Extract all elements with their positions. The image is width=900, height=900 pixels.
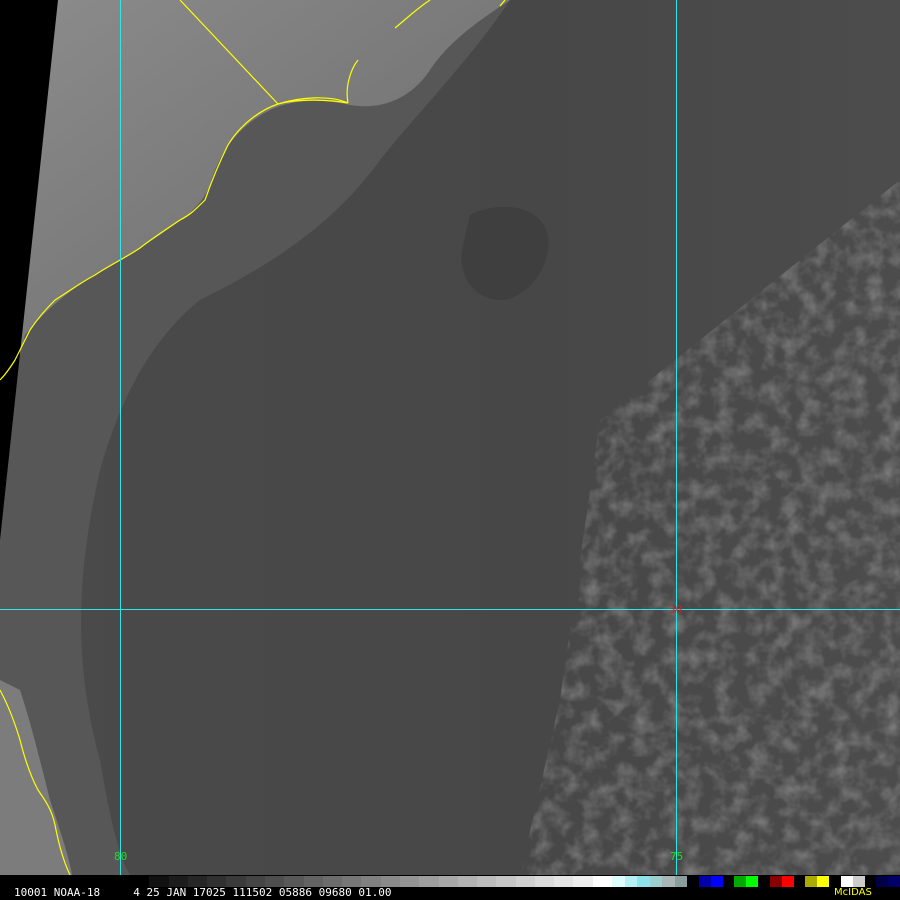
colorbar-gray-swatch (573, 876, 594, 887)
colorbar-gray-swatch (457, 876, 478, 887)
colorbar-color-swatch (817, 876, 830, 887)
colorbar-color-swatch (758, 876, 770, 887)
colorbar-color-swatch (829, 876, 841, 887)
colorbar-cyan-swatch (649, 876, 663, 887)
colorbar-color-swatch (769, 876, 782, 887)
colorbar-color-swatch (746, 876, 759, 887)
colorbar-color-swatch (698, 876, 711, 887)
colorbar-cyan-swatch (637, 876, 650, 887)
colorbar-gray-swatch (592, 876, 613, 887)
colorbar-color-swatch (793, 876, 806, 887)
colorbar-gray-swatch (477, 876, 497, 887)
lon-label-80: 80 (114, 850, 128, 863)
colorbar-color-swatch (805, 876, 818, 887)
colorbar-cyan-swatch (624, 876, 638, 887)
colorbar-color-swatch (781, 876, 794, 887)
colorbar-gray-swatch (399, 876, 420, 887)
colorbar-cyan-swatch (674, 876, 688, 887)
colorbar-color-swatch (840, 876, 853, 887)
colorbar-gray-swatch (515, 876, 536, 887)
colorbar-color-swatch (722, 876, 735, 887)
colorbar-cyan-swatch (612, 876, 625, 887)
colorbar-color-swatch (888, 876, 900, 887)
colorbar-gray-swatch (438, 876, 459, 887)
colorbar-gray-swatch (496, 876, 517, 887)
mcidas-label: McIDAS (834, 887, 872, 898)
colorbar-color-swatch (710, 876, 723, 887)
satellite-image: 80 75 30 (0, 0, 900, 875)
colorbar-color-swatch (864, 876, 877, 887)
lat-label-30: 30 (669, 603, 683, 616)
status-text: 10001 NOAA-18 4 25 JAN 17025 111502 0588… (14, 886, 392, 899)
satellite-image-svg (0, 0, 900, 875)
colorbar-gray-swatch (534, 876, 555, 887)
colorbar-color-swatch (852, 876, 865, 887)
colorbar-color-swatch (734, 876, 747, 887)
colorbar-color-swatch (687, 876, 699, 887)
lon-label-75: 75 (670, 850, 684, 863)
colorbar-gray-swatch (554, 876, 575, 887)
colorbar-cyan-swatch (662, 876, 675, 887)
colorbar-color-swatch (876, 876, 889, 887)
colorbar-gray-swatch (419, 876, 440, 887)
